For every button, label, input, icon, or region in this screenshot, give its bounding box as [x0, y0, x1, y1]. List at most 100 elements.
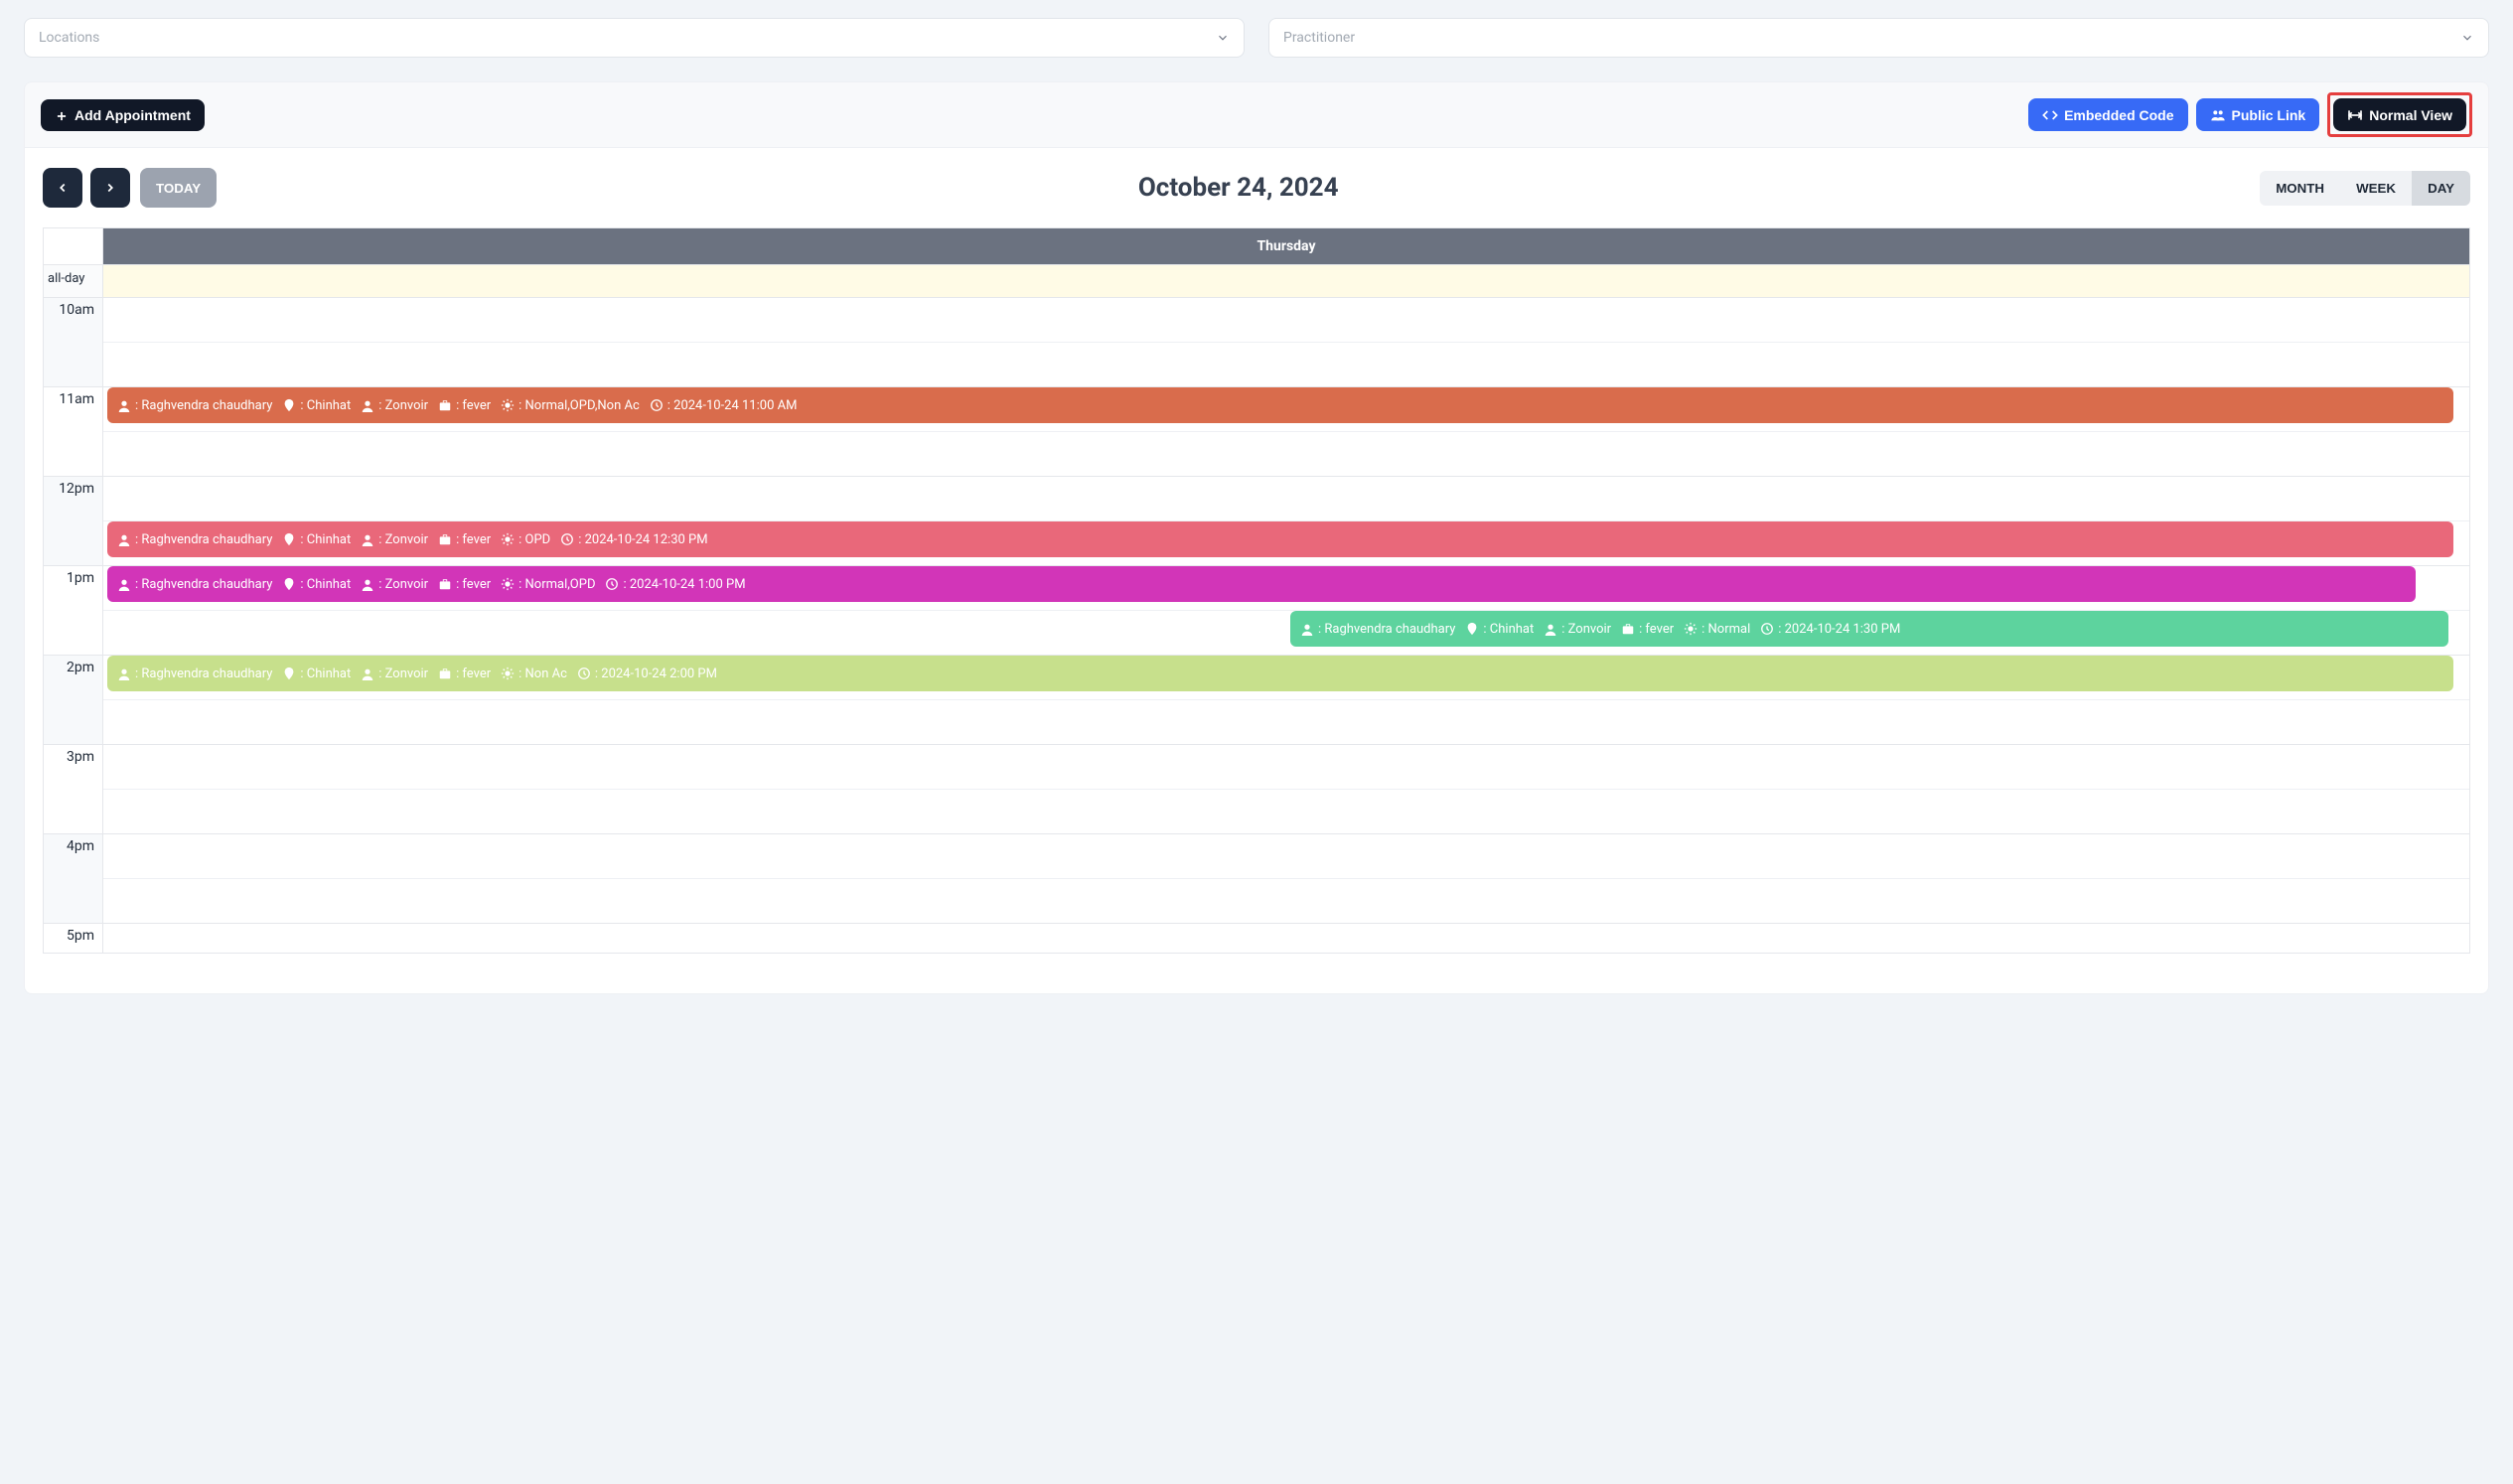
event-type: : Normal,OPD,Non Ac — [518, 398, 640, 413]
code-icon — [2042, 106, 2058, 123]
event-type: : Normal — [1701, 622, 1750, 637]
event-location: : Chinhat — [1483, 622, 1534, 637]
location-icon — [282, 577, 296, 592]
location-icon — [1465, 622, 1479, 637]
action-bar: Add Appointment Embedded Code Public Lin… — [24, 81, 2489, 148]
day-column: : Raghvendra chaudhary : Chinhat : Zonvoir… — [103, 298, 2469, 953]
event-org: : Zonvoir — [378, 577, 428, 592]
add-appointment-button[interactable]: Add Appointment — [41, 99, 205, 131]
filters-row: Locations Practitioner — [24, 18, 2489, 58]
hour-label: 11am — [59, 391, 94, 407]
hour-label: 10am — [59, 302, 94, 318]
event-org: : Zonvoir — [378, 667, 428, 681]
public-link-label: Public Link — [2232, 107, 2306, 123]
org-icon — [1544, 622, 1557, 637]
event-type: : Non Ac — [518, 667, 567, 681]
event-location: : Chinhat — [300, 577, 351, 592]
person-icon — [117, 532, 131, 547]
embedded-code-button[interactable]: Embedded Code — [2028, 98, 2187, 131]
half-hour-slot[interactable] — [103, 700, 2469, 745]
add-appointment-label: Add Appointment — [74, 107, 191, 123]
event-reason: : fever — [456, 398, 491, 413]
view-week-button[interactable]: WEEK — [2340, 171, 2412, 206]
event-org: : Zonvoir — [378, 398, 428, 413]
half-hour-slot[interactable] — [103, 343, 2469, 387]
event-time: : 2024-10-24 2:00 PM — [595, 667, 717, 681]
practitioner-placeholder: Practitioner — [1283, 30, 1355, 46]
hour-row: 11am — [44, 387, 102, 477]
chevron-left-icon — [56, 179, 70, 197]
view-week-label: WEEK — [2356, 181, 2396, 196]
practitioner-select[interactable]: Practitioner — [1268, 18, 2489, 58]
half-hour-slot[interactable] — [103, 298, 2469, 343]
next-button[interactable] — [90, 168, 130, 208]
appointment-event[interactable]: : Raghvendra chaudhary : Chinhat : Zonvoir… — [107, 656, 2453, 691]
event-reason: : fever — [456, 667, 491, 681]
normal-view-button[interactable]: Normal View — [2333, 98, 2466, 131]
allday-label: all-day — [44, 265, 103, 297]
half-hour-slot[interactable] — [103, 477, 2469, 521]
clock-icon — [605, 577, 619, 592]
half-hour-slot[interactable] — [103, 745, 2469, 790]
event-location: : Chinhat — [300, 532, 351, 547]
gear-icon — [501, 532, 515, 547]
appointment-event[interactable]: : Raghvendra chaudhary: Chinhat: Zonvoir… — [1290, 611, 2448, 647]
plus-icon — [55, 107, 69, 123]
event-time: : 2024-10-24 1:30 PM — [1778, 622, 1900, 637]
event-org: : Zonvoir — [378, 532, 428, 547]
event-patient: : Raghvendra chaudhary — [135, 667, 272, 681]
today-button[interactable]: TODAY — [140, 168, 217, 208]
time-grid[interactable]: 10am 11am 12pm1pm 2pm 3pm 4pm 5pm : Raghvendra… — [44, 297, 2469, 953]
org-icon — [361, 532, 374, 547]
half-hour-slot[interactable] — [103, 879, 2469, 924]
event-type: : OPD — [518, 532, 550, 547]
org-icon — [361, 667, 374, 681]
org-icon — [361, 398, 374, 413]
date-navigation-bar: TODAY October 24, 2024 MONTH WEEK DAY — [43, 168, 2470, 208]
hour-row: 12pm — [44, 477, 102, 566]
event-patient: : Raghvendra chaudhary — [135, 577, 272, 592]
hour-row: 2pm — [44, 656, 102, 745]
hour-label: 4pm — [67, 838, 94, 854]
half-hour-slot[interactable] — [103, 924, 2469, 953]
today-label: TODAY — [156, 181, 201, 196]
briefcase-icon — [438, 532, 452, 547]
prev-button[interactable] — [43, 168, 82, 208]
briefcase-icon — [438, 577, 452, 592]
clock-icon — [577, 667, 591, 681]
location-icon — [282, 667, 296, 681]
embedded-code-label: Embedded Code — [2064, 107, 2173, 123]
event-time: : 2024-10-24 1:00 PM — [623, 577, 745, 592]
event-time: : 2024-10-24 11:00 AM — [667, 398, 798, 413]
view-day-button[interactable]: DAY — [2412, 171, 2470, 206]
event-location: : Chinhat — [300, 667, 351, 681]
event-reason: : fever — [456, 532, 491, 547]
appointment-event[interactable]: : Raghvendra chaudhary: Chinhat: Zonvoir… — [107, 387, 2453, 423]
hour-row: 1pm — [44, 566, 102, 656]
calendar-panel: TODAY October 24, 2024 MONTH WEEK DAY Th… — [24, 148, 2489, 994]
allday-cell[interactable] — [103, 265, 2469, 297]
event-patient: : Raghvendra chaudhary — [135, 532, 272, 547]
location-icon — [282, 398, 296, 413]
users-icon — [2210, 106, 2226, 123]
clock-icon — [650, 398, 664, 413]
hour-row: 3pm — [44, 745, 102, 834]
clock-icon — [560, 532, 574, 547]
appointment-event[interactable]: : Raghvendra chaudhary : Chinhat : Zonvoir… — [107, 521, 2453, 557]
half-hour-slot[interactable] — [103, 432, 2469, 477]
hour-label: 2pm — [67, 660, 94, 675]
allday-row: all-day — [44, 264, 2469, 297]
briefcase-icon — [438, 398, 452, 413]
hour-label: 3pm — [67, 749, 94, 765]
view-month-button[interactable]: MONTH — [2260, 171, 2340, 206]
hour-label: 5pm — [67, 928, 94, 944]
event-reason: : fever — [1639, 622, 1674, 637]
briefcase-icon — [1621, 622, 1635, 637]
gear-icon — [1684, 622, 1698, 637]
appointment-event[interactable]: : Raghvendra chaudhary : Chinhat : Zonvoir… — [107, 566, 2416, 602]
half-hour-slot[interactable] — [103, 790, 2469, 834]
event-type: : Normal,OPD — [518, 577, 595, 592]
half-hour-slot[interactable] — [103, 834, 2469, 879]
locations-select[interactable]: Locations — [24, 18, 1245, 58]
public-link-button[interactable]: Public Link — [2196, 98, 2320, 131]
